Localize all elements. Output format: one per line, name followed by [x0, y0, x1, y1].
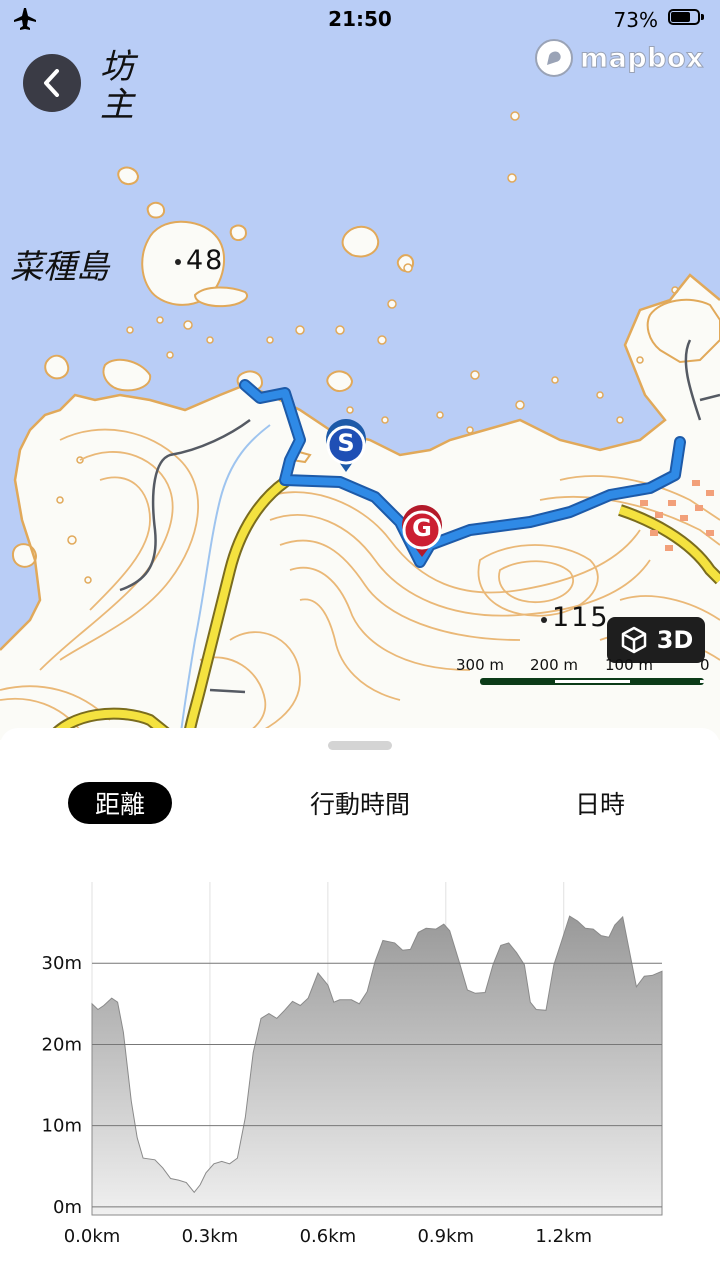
x-tick-label: 0.6km: [300, 1226, 357, 1247]
battery-icon: [668, 9, 706, 27]
3d-view-label: 3D: [656, 626, 694, 654]
scale-label-100: 100 m: [605, 656, 654, 674]
place-label-bouzu: 坊主: [100, 47, 134, 125]
x-tick-label: 0.9km: [417, 1226, 474, 1247]
tab-datetime[interactable]: 日時: [560, 782, 640, 824]
chevron-left-icon: [44, 69, 59, 97]
start-marker-label: S: [337, 429, 355, 457]
goal-marker-label: G: [412, 514, 432, 542]
cube-icon: [621, 626, 646, 654]
battery-percent: 73%: [613, 8, 658, 32]
mapbox-logo: mapbox: [534, 38, 704, 78]
tab-duration[interactable]: 行動時間: [290, 782, 430, 824]
elevation-label-115: 115: [552, 602, 610, 633]
y-tick-label: 0m: [53, 1197, 82, 1218]
y-tick-label: 10m: [42, 1116, 82, 1137]
scale-bar: [480, 678, 704, 685]
place-label-natane-jima: 菜種島: [10, 247, 109, 286]
mapbox-icon: [535, 39, 573, 77]
map-scale: 300 m 200 m 100 m 0: [450, 656, 712, 718]
elevation-point: [175, 259, 181, 265]
elevation-area: [91, 915, 663, 1216]
status-bar: 21:50 73%: [0, 0, 720, 40]
y-tick-label: 20m: [42, 1034, 82, 1055]
elevation-point: [541, 617, 547, 623]
status-time: 21:50: [328, 7, 392, 31]
scale-label-0: 0: [700, 656, 710, 674]
elevation-label-48: 48: [186, 245, 225, 276]
y-tick-label: 30m: [42, 953, 82, 974]
tab-distance[interactable]: 距離: [68, 782, 172, 824]
scale-label-200: 200 m: [530, 656, 579, 674]
x-tick-label: 0.3km: [182, 1226, 239, 1247]
back-button[interactable]: [23, 54, 81, 112]
elevation-chart: 0m 10m 20m 30m 0.0km 0.3km 0.6km 0.9km 1.2km: [42, 882, 663, 1247]
sheet-grabber[interactable]: [328, 741, 392, 750]
scale-label-300: 300 m: [456, 656, 505, 674]
x-tick-label: 0.0km: [64, 1226, 121, 1247]
x-tick-label: 1.2km: [535, 1226, 592, 1247]
mapbox-wordmark: mapbox: [580, 42, 704, 74]
